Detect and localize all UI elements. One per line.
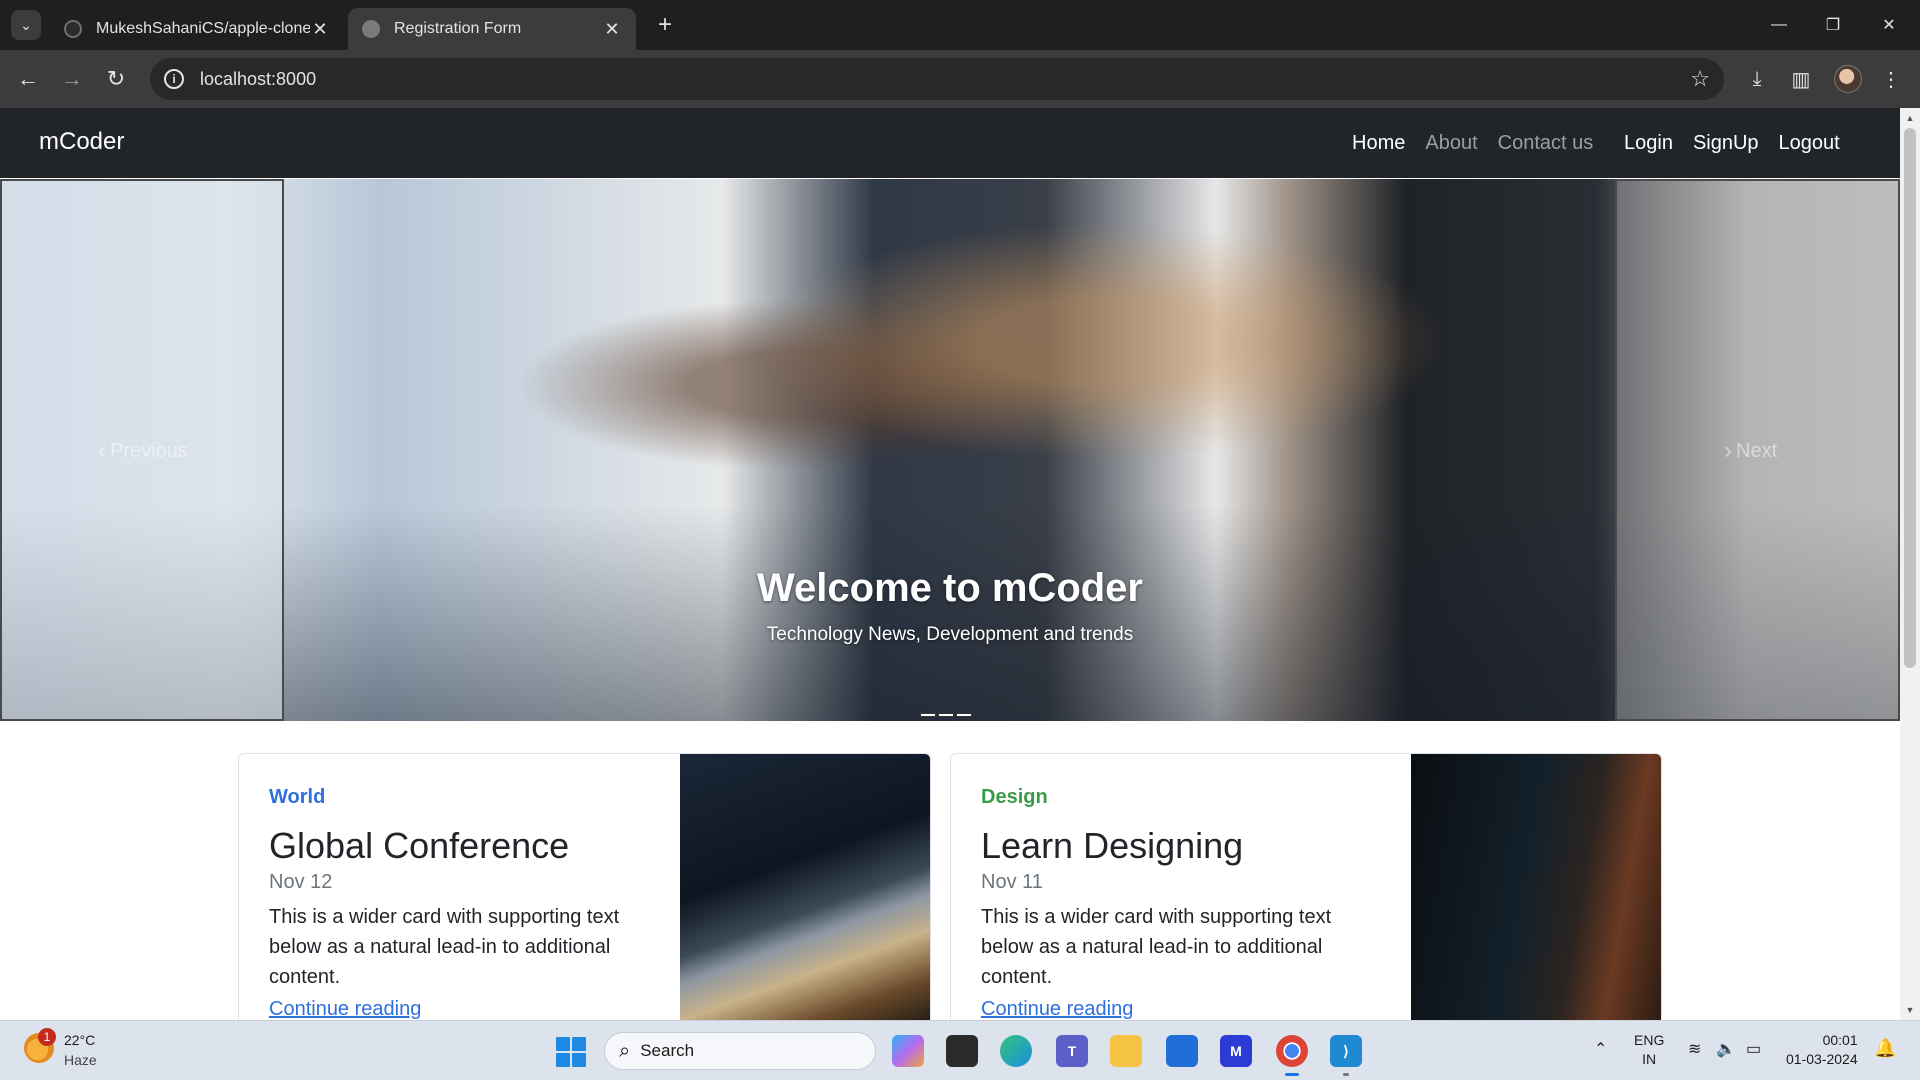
profile-avatar[interactable] — [1834, 65, 1862, 93]
volume-icon[interactable]: 🔈 — [1716, 1039, 1736, 1059]
menu-dots-icon[interactable]: ⋮ — [1876, 64, 1906, 94]
close-icon[interactable]: ✕ — [602, 19, 622, 40]
microsoft-store-icon[interactable] — [1166, 1035, 1198, 1067]
file-explorer-icon[interactable] — [1110, 1035, 1142, 1067]
prev-label: Previous — [110, 439, 188, 462]
copilot-icon[interactable] — [892, 1035, 924, 1067]
carousel-indicator[interactable] — [920, 713, 936, 717]
taskbar-search[interactable]: ⌕ Search — [604, 1032, 876, 1070]
search-icon: ⌕ — [619, 1039, 631, 1062]
scroll-thumb[interactable] — [1904, 128, 1916, 668]
forward-arrow-icon[interactable]: → — [56, 63, 88, 95]
chrome-icon[interactable] — [1276, 1035, 1308, 1076]
card-category: Design — [981, 786, 1048, 808]
card-text: This is a wider card with supporting tex… — [269, 906, 620, 988]
chevron-up-icon[interactable]: ⌃ — [1594, 1039, 1607, 1059]
nav-home[interactable]: Home — [1352, 132, 1405, 155]
auth-nav: Login SignUp Logout — [1624, 132, 1860, 155]
bookmark-star-icon[interactable]: ☆ — [1690, 66, 1710, 92]
card-date: Nov 12 — [269, 871, 333, 893]
chevron-left-icon: ‹ — [98, 437, 106, 464]
edge-icon[interactable] — [1000, 1035, 1032, 1067]
battery-icon[interactable]: ▭ — [1746, 1039, 1761, 1059]
weather-temp[interactable]: 22°C — [64, 1032, 95, 1048]
logout-link[interactable]: Logout — [1779, 132, 1840, 155]
task-view-icon[interactable] — [946, 1035, 978, 1067]
windows-start-icon[interactable] — [556, 1037, 586, 1067]
card-title: Global Conference — [269, 825, 570, 866]
language-indicator[interactable]: ENG IN — [1634, 1031, 1664, 1069]
system-clock[interactable]: 00:01 01-03-2024 — [1786, 1031, 1858, 1069]
weather-badge: 1 — [38, 1028, 56, 1046]
tab-title: Registration Form — [394, 20, 522, 37]
side-panel-icon[interactable]: ▥ — [1786, 64, 1816, 94]
teams-icon[interactable]: T — [1056, 1035, 1088, 1067]
card-text: This is a wider card with supporting tex… — [981, 906, 1332, 988]
minimize-button[interactable]: — — [1756, 8, 1802, 42]
hero-carousel: ‹ Previous › Next Welcome to mCoder Tech… — [0, 179, 1900, 721]
scroll-down-icon[interactable]: ▼ — [1900, 1002, 1920, 1018]
featured-card: World Global Conference Nov 12 This is a… — [238, 753, 931, 1020]
reload-icon[interactable]: ↻ — [100, 63, 132, 95]
continue-reading-link[interactable]: Continue reading — [981, 998, 1366, 1020]
main-nav: Home About Contact us — [1352, 132, 1613, 155]
login-link[interactable]: Login — [1624, 132, 1673, 155]
clock-date: 01-03-2024 — [1786, 1051, 1858, 1067]
address-bar[interactable]: i localhost:8000 ☆ — [150, 58, 1724, 100]
signup-link[interactable]: SignUp — [1693, 132, 1759, 155]
site-info-icon[interactable]: i — [164, 69, 184, 89]
download-icon[interactable]: ⤓ — [1742, 64, 1772, 94]
back-arrow-icon[interactable]: ← — [12, 63, 44, 95]
carousel-prev-button[interactable]: ‹ Previous — [98, 437, 188, 465]
scroll-up-icon[interactable]: ▲ — [1900, 110, 1920, 126]
carousel-indicators — [920, 713, 974, 717]
card-title: Learn Designing — [981, 825, 1244, 866]
tab-title: MukeshSahaniCS/apple-clone — [96, 20, 310, 37]
github-icon — [64, 20, 82, 38]
site-navbar: mCoder Home About Contact us Login SignU… — [0, 108, 1900, 178]
clock-time: 00:01 — [1822, 1032, 1858, 1048]
tab-registration-form[interactable]: Registration Form ✕ — [348, 8, 636, 50]
card-thumbnail — [680, 754, 930, 1020]
carousel-indicator[interactable] — [938, 713, 954, 717]
new-tab-button[interactable]: + — [650, 10, 680, 40]
language-code: ENG — [1634, 1032, 1665, 1048]
globe-icon — [362, 20, 380, 38]
chevron-right-icon: › — [1724, 437, 1732, 464]
search-label: Search — [640, 1041, 695, 1060]
card-category: World — [269, 786, 326, 808]
browser-toolbar: ← → ↻ i localhost:8000 ☆ ⤓ ▥ ⋮ — [0, 50, 1920, 108]
language-region: IN — [1642, 1051, 1657, 1067]
tab-search-dropdown-icon[interactable]: ⌄ — [11, 10, 41, 40]
close-icon[interactable]: ✕ — [310, 19, 330, 40]
page-viewport: mCoder Home About Contact us Login SignU… — [0, 108, 1920, 1020]
windows-taskbar: 1 22°C Haze ⌕ Search T M ⟩ ⌃ ENG IN ≋ 🔈 … — [0, 1020, 1920, 1080]
featured-card: Design Learn Designing Nov 11 This is a … — [950, 753, 1662, 1020]
carousel-caption-text: Technology News, Development and trends — [766, 624, 1134, 645]
card-body: Design Learn Designing Nov 11 This is a … — [981, 786, 1366, 1020]
tab-apple-clone[interactable]: MukeshSahaniCS/apple-clone ✕ — [50, 8, 344, 50]
next-label: Next — [1736, 439, 1778, 462]
url-text[interactable]: localhost:8000 — [200, 69, 316, 90]
wifi-icon[interactable]: ≋ — [1688, 1039, 1701, 1059]
site-brand[interactable]: mCoder — [39, 128, 124, 156]
restore-button[interactable]: ❐ — [1810, 8, 1856, 42]
nav-about[interactable]: About — [1425, 132, 1477, 155]
card-date: Nov 11 — [981, 871, 1043, 893]
card-body: World Global Conference Nov 12 This is a… — [269, 786, 654, 1020]
vscode-icon[interactable]: ⟩ — [1330, 1035, 1362, 1076]
carousel-next-button[interactable]: › Next — [1724, 437, 1777, 465]
carousel-caption-title: Welcome to mCoder — [757, 566, 1143, 610]
nav-contact[interactable]: Contact us — [1498, 132, 1594, 155]
code-app-icon[interactable]: M — [1220, 1035, 1252, 1067]
card-thumbnail — [1411, 754, 1661, 1020]
weather-condition[interactable]: Haze — [64, 1052, 97, 1068]
window-close-button[interactable]: ✕ — [1866, 8, 1912, 42]
page-scrollbar[interactable]: ▲ ▼ — [1900, 108, 1920, 1020]
browser-tab-strip: ⌄ MukeshSahaniCS/apple-clone ✕ Registrat… — [0, 0, 1920, 50]
continue-reading-link[interactable]: Continue reading — [269, 998, 654, 1020]
carousel-indicator[interactable] — [956, 713, 972, 717]
notification-bell-icon[interactable]: 🔔 — [1874, 1038, 1896, 1059]
